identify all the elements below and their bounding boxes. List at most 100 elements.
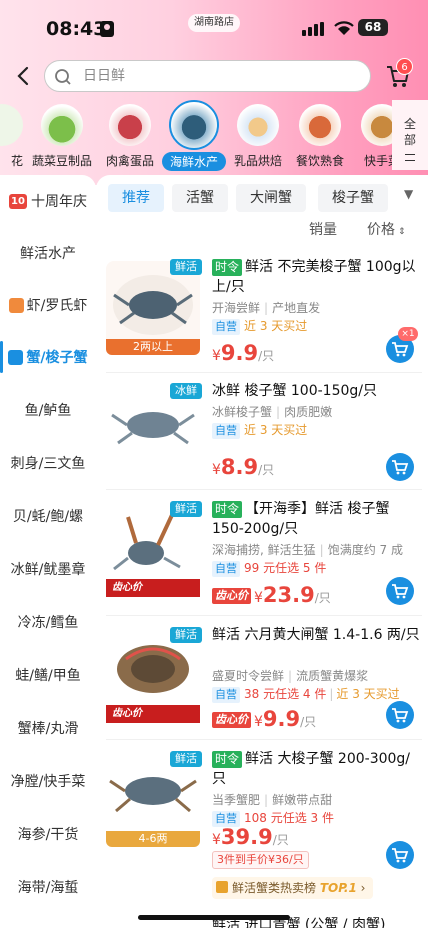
status-tag: 冰鲜	[170, 383, 202, 399]
product-price: 齿心价 ¥9.9/只	[212, 707, 316, 731]
add-to-cart-button[interactable]	[386, 701, 414, 729]
tab-hairy-crab[interactable]: 大闸蟹	[236, 184, 306, 212]
ranking-banner[interactable]: 鲜活蟹类热卖榜 TOP.1 ›	[212, 877, 374, 899]
sub-tabs: 推荐 活蟹 大闸蟹 梭子蟹	[96, 184, 416, 214]
product-meta: 自营近 3 天买过	[212, 317, 307, 335]
cart-qty-badge: ×1	[398, 327, 418, 341]
sort-arrows-icon: ⇕	[398, 227, 406, 237]
product-card[interactable]: 鲜活 4-6两 时令 鲜活 大梭子蟹 200-300g/只 当季蟹肥 | 鲜嫩带点甜 …	[96, 749, 428, 909]
divider	[106, 489, 422, 490]
sidebar-item-shellfish[interactable]: 贝/蚝/鲍/螺	[0, 490, 96, 542]
cart-icon	[392, 848, 409, 863]
divider	[106, 739, 422, 740]
sidebar-item-cleaned[interactable]: 净膛/快手菜	[0, 755, 96, 807]
sort-sales[interactable]: 销量	[309, 219, 337, 239]
product-price: ¥39.9/只	[212, 825, 289, 849]
product-desc: 冰鲜梭子蟹 | 肉质肥嫩	[212, 405, 333, 419]
divider	[106, 615, 422, 616]
sidebar-item-sea-cucumber[interactable]: 海参/干货	[0, 808, 96, 860]
add-to-cart-button[interactable]	[386, 577, 414, 605]
seasonal-badge: 时令	[212, 501, 243, 518]
product-price: ¥9.9/只	[212, 341, 275, 365]
tab-live-crab[interactable]: 活蟹	[172, 184, 228, 212]
sidebar-item-shrimp[interactable]: 虾/罗氏虾	[0, 279, 96, 331]
add-to-cart-button[interactable]	[386, 841, 414, 869]
sidebar-item-frozen[interactable]: 冷冻/鳕鱼	[0, 596, 96, 648]
product-card[interactable]: 冰鲜 冰鲜 梭子蟹 100-150g/只 冰鲜梭子蟹 | 肉质肥嫩 自营近 3 天买…	[96, 381, 428, 501]
product-meta: 自营 38 元任选 4 件 | 近 3 天买过	[212, 685, 400, 703]
tab-recommended[interactable]: 推荐	[108, 184, 164, 212]
self-run-badge: 自营	[212, 687, 240, 703]
category-deli[interactable]: 餐饮熟食	[288, 100, 352, 169]
flower-icon	[0, 104, 23, 146]
quick-dish-icon	[361, 104, 395, 146]
product-card[interactable]: 鲜活 齿心价 鲜活 六月黄大闸蟹 1.4-1.6 两/只 盛夏时令尝鲜 | 流质蟹黄…	[96, 625, 428, 745]
clock: 08:43	[46, 18, 107, 40]
ten-badge-icon: 10	[9, 193, 27, 209]
contact-card-icon	[100, 21, 114, 37]
dairy-icon	[237, 104, 279, 146]
vegetable-icon	[41, 104, 83, 146]
category-sidebar: 10 十周年庆 鲜活水产 虾/罗氏虾 蟹/梭子蟹 鱼/鲈鱼 刺身/三文鱼 贝/蚝/…	[0, 175, 96, 928]
product-desc: 盛夏时令尝鲜 | 流质蟹黄爆浆	[212, 669, 369, 683]
search-icon	[55, 69, 71, 85]
product-image	[106, 385, 200, 479]
weight-label: 2两以上	[106, 339, 200, 355]
sidebar-item-squid[interactable]: 冰鲜/鱿墨章	[0, 543, 96, 595]
status-tag: 鲜活	[170, 627, 202, 643]
deli-icon	[299, 104, 341, 146]
sidebar-item-sashimi[interactable]: 刺身/三文鱼	[0, 437, 96, 489]
sidebar-item-crab-stick[interactable]: 蟹棒/丸滑	[0, 702, 96, 754]
seafood-icon	[169, 100, 219, 150]
tabs-expand-icon[interactable]: ▼	[404, 187, 413, 201]
shrimp-icon	[8, 297, 24, 313]
sidebar-item-anniversary[interactable]: 10 十周年庆	[0, 175, 96, 227]
product-title: 鲜活 六月黄大闸蟹 1.4-1.6 两/只	[212, 627, 420, 643]
seasonal-badge: 时令	[212, 751, 243, 768]
tab-swimming-crab[interactable]: 梭子蟹	[318, 184, 388, 212]
product-desc: 深海捕捞, 鲜活生猛 | 饱满度约 7 成	[212, 543, 403, 557]
store-location[interactable]: 湖南路店	[188, 14, 240, 32]
self-run-badge: 自营	[212, 423, 240, 439]
status-tag: 鲜活	[170, 751, 202, 767]
all-categories-button[interactable]: 全部	[392, 100, 428, 170]
sidebar-item-kelp[interactable]: 海带/海蜇	[0, 861, 96, 913]
category-dairy-bakery[interactable]: 乳品烘焙	[226, 100, 290, 169]
product-title: 时令 鲜活 不完美梭子蟹 100g以上/只	[212, 259, 416, 295]
cart-icon	[392, 584, 409, 599]
crab-icon	[8, 349, 24, 365]
category-flowers[interactable]: 花	[0, 100, 34, 169]
status-tag: 鲜活	[170, 501, 202, 517]
menu-icon	[405, 154, 415, 161]
product-title: 时令 鲜活 大梭子蟹 200-300g/只	[212, 751, 411, 787]
product-title: 时令 【开海季】鲜活 梭子蟹 150-200g/只	[212, 501, 390, 537]
search-input[interactable]: 日日鲜	[44, 60, 371, 92]
product-card[interactable]: 鲜活 齿心价 时令 【开海季】鲜活 梭子蟹 150-200g/只 深海捕捞, 鲜活…	[96, 499, 428, 619]
cart-icon	[392, 708, 409, 723]
add-to-cart-button[interactable]	[386, 453, 414, 481]
category-quick-dishes[interactable]: 快手菜	[350, 100, 395, 169]
back-arrow-icon[interactable]	[10, 60, 38, 92]
sidebar-item-frog-eel[interactable]: 蛙/鳝/甲鱼	[0, 649, 96, 701]
promo-band: 齿心价	[106, 579, 200, 597]
category-vegetables[interactable]: 蔬菜豆制品	[30, 100, 94, 169]
category-meat-eggs[interactable]: 肉禽蛋品	[98, 100, 162, 169]
self-run-badge: 自营	[212, 561, 240, 577]
product-desc: 开海尝鲜 | 产地直发	[212, 301, 321, 315]
sort-price[interactable]: 价格 ⇕	[367, 219, 406, 239]
cart-count-badge: 6	[396, 58, 413, 75]
bundle-price-tag: 3件到手价¥36/只	[212, 851, 309, 869]
category-seafood[interactable]: 海鲜水产	[162, 100, 226, 171]
seasonal-badge: 时令	[212, 259, 243, 276]
status-tag: 鲜活	[170, 259, 202, 275]
sidebar-item-live-seafood[interactable]: 鲜活水产	[0, 227, 96, 279]
weight-label: 4-6两	[106, 831, 200, 847]
product-desc: 当季蟹肥 | 鲜嫩带点甜	[212, 793, 333, 807]
sidebar-item-crab[interactable]: 蟹/梭子蟹	[0, 331, 96, 383]
chevron-right-icon: ›	[360, 881, 366, 895]
divider	[106, 372, 422, 373]
product-card[interactable]: 鲜活 2两以上 时令 鲜活 不完美梭子蟹 100g以上/只 开海尝鲜 | 产地直发 自…	[96, 257, 428, 377]
cart-icon	[392, 460, 409, 475]
sidebar-item-fish[interactable]: 鱼/鲈鱼	[0, 384, 96, 436]
all-label: 全部	[403, 117, 416, 147]
